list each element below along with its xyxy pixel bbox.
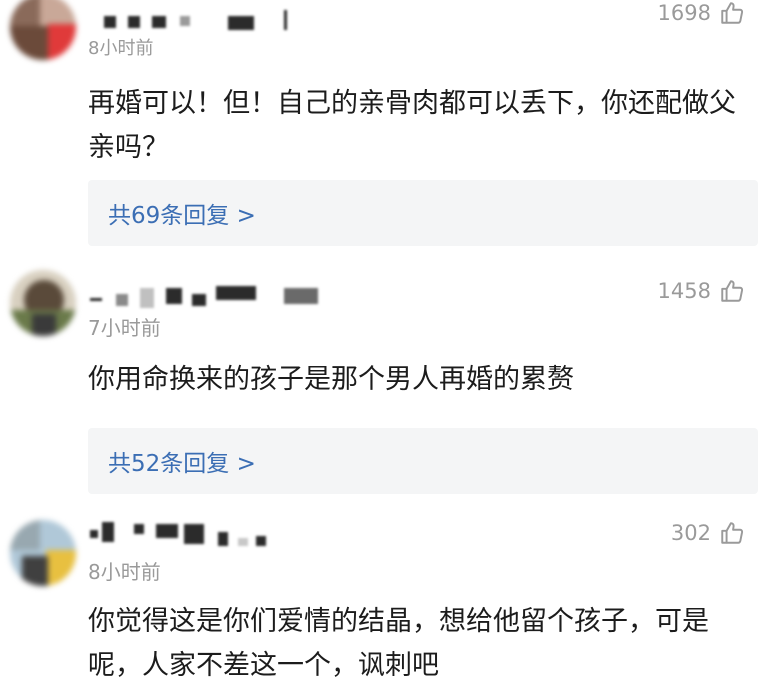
comment-time: 8小时前 (88, 38, 154, 59)
comment-text: 再婚可以！但！自己的亲骨肉都可以丢下，你还配做父亲吗？ (88, 88, 736, 163)
comment-text: 你用命换来的孩子是那个男人再婚的累赘 (88, 364, 574, 395)
thumbs-up-icon (721, 522, 744, 544)
like-count: 302 (670, 521, 711, 545)
thumbs-up-icon (721, 2, 744, 24)
avatar[interactable] (10, 0, 76, 60)
like-count: 1458 (657, 279, 711, 303)
comment-text: 你觉得这是你们爱情的结晶，想给他留个孩子，可是呢，人家不差这一个，讽刺吧 (88, 606, 709, 681)
like-count: 1698 (657, 1, 711, 25)
avatar[interactable] (10, 270, 76, 336)
username-redacted[interactable] (88, 284, 338, 314)
comment-time: 7小时前 (88, 316, 161, 340)
comment-time: 8小时前 (88, 560, 161, 584)
thumbs-up-icon (721, 280, 744, 302)
view-replies-button[interactable]: 共52条回复 > (88, 428, 758, 494)
like-button[interactable]: 302 (671, 520, 745, 546)
username-redacted[interactable] (88, 522, 278, 552)
avatar[interactable] (10, 520, 76, 586)
view-replies-button[interactable]: 共69条回复 > (88, 180, 758, 246)
like-button[interactable]: 1698 (658, 0, 745, 26)
replies-link[interactable]: 共69条回复 > (108, 196, 256, 230)
like-button[interactable]: 1458 (658, 278, 745, 304)
replies-link[interactable]: 共52条回复 > (108, 444, 256, 478)
